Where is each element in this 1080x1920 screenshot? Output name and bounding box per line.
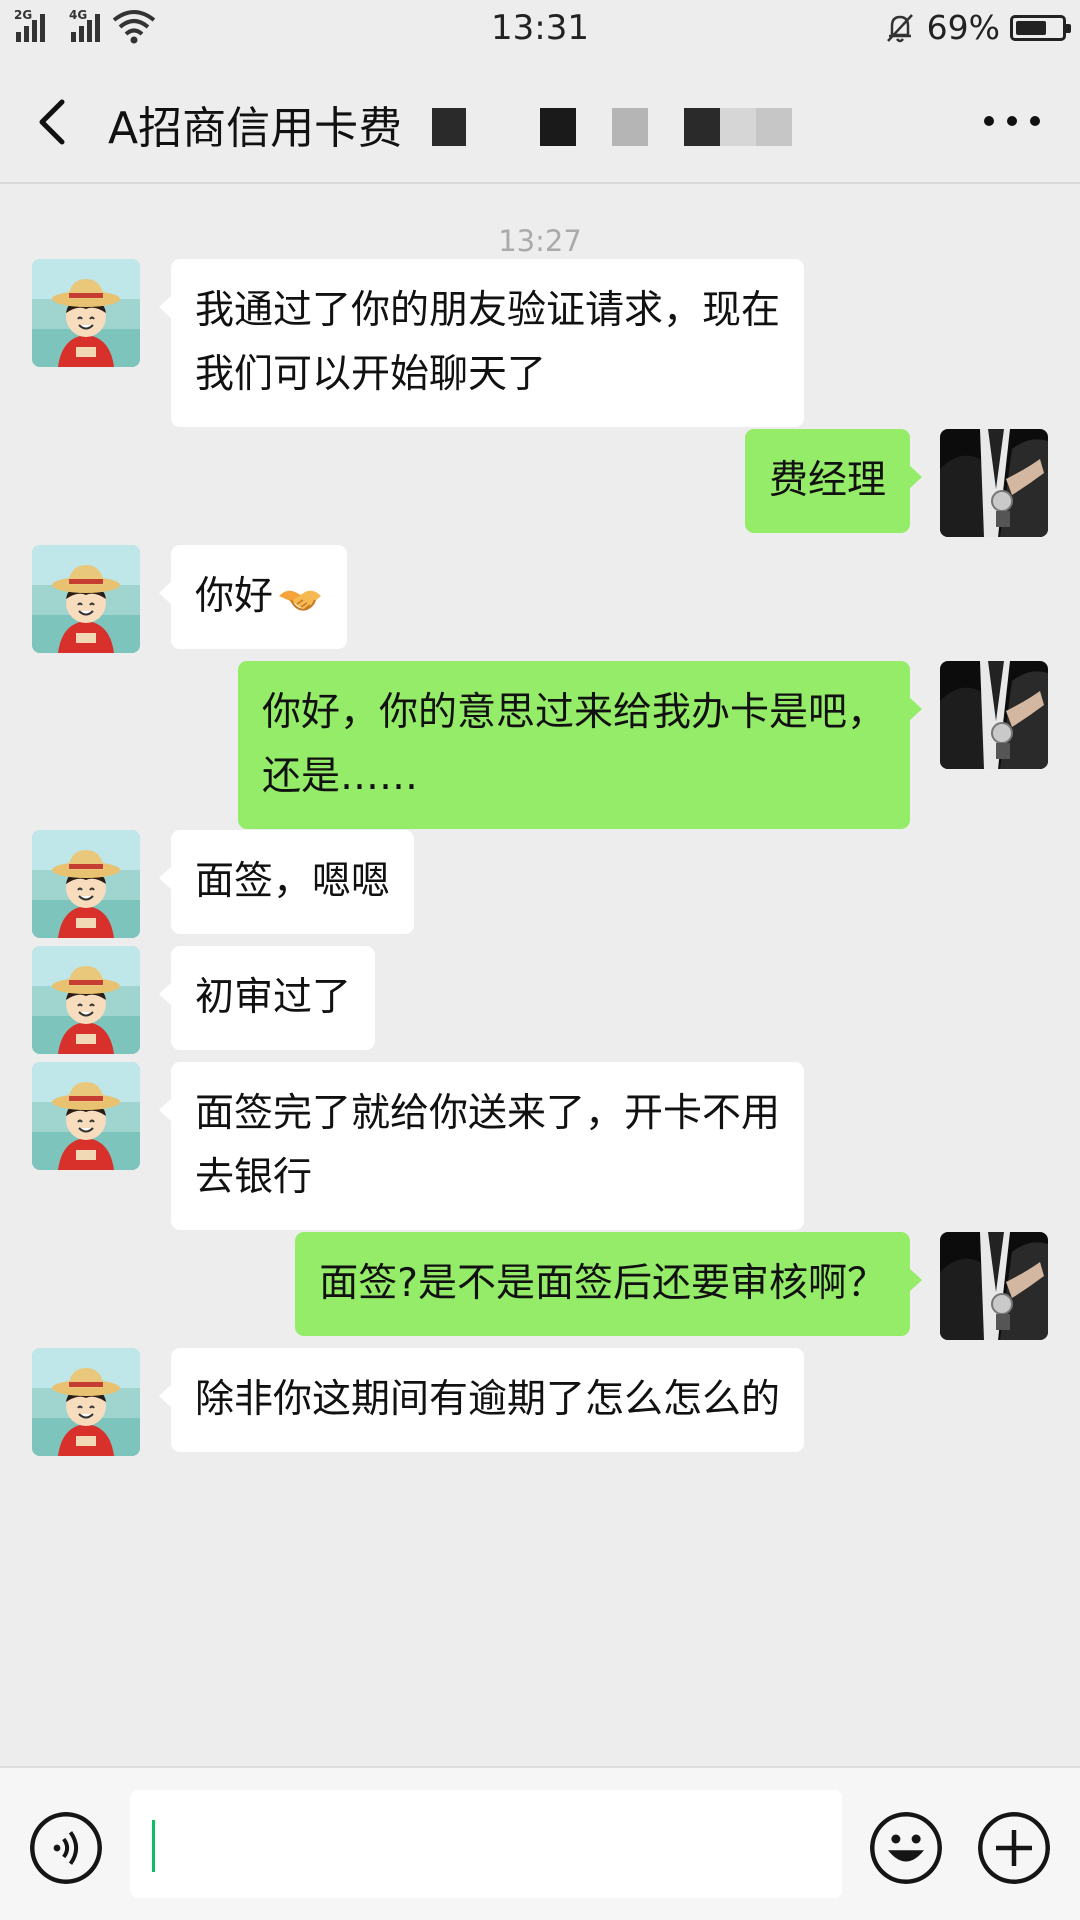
message-input[interactable] — [130, 1790, 842, 1898]
message-text: 初审过了 — [195, 975, 352, 1020]
contact-avatar[interactable] — [32, 946, 140, 1054]
input-bar — [0, 1766, 1080, 1920]
more-options-icon[interactable] — [984, 116, 1040, 126]
message-text: 费经理 — [768, 458, 886, 503]
plus-icon[interactable] — [978, 1812, 1050, 1884]
status-bar: 2G 4G 13:31 69% — [0, 0, 1080, 58]
my-avatar[interactable] — [940, 429, 1048, 537]
message-text: 除非你这期间有逾期了怎么怎么的 — [195, 1377, 781, 1422]
redaction-block — [756, 108, 792, 146]
handshake-emoji-icon — [279, 590, 322, 611]
redaction-block — [432, 108, 466, 146]
redaction-block — [684, 108, 720, 146]
my-avatar[interactable] — [940, 1232, 1048, 1340]
battery-percent: 69% — [926, 8, 1000, 47]
contact-avatar[interactable] — [32, 1348, 140, 1456]
text-caret — [152, 1820, 155, 1872]
redaction-block — [612, 108, 648, 146]
message-bubble[interactable]: 我通过了你的朋友验证请求，现在 我们可以开始聊天了 — [158, 259, 805, 427]
message-text: 面签完了就给你送来了，开卡不用 去银行 — [195, 1091, 781, 1200]
mute-bell-icon — [886, 13, 913, 42]
back-arrow-icon[interactable] — [30, 94, 80, 150]
message-bubble[interactable]: 费经理 — [744, 429, 923, 533]
message-bubble[interactable]: 面签?是不是面签后还要审核啊？ — [295, 1232, 922, 1336]
battery-icon — [1010, 14, 1071, 41]
message-bubble[interactable]: 你好，你的意思过来给我办卡是吧， 还是…… — [237, 661, 923, 829]
message-list[interactable]: 13:27 我通过了你的朋友验证请求，现在 我们可以开始聊天了费经理你好你好，你… — [0, 186, 1080, 1766]
message-text: 面签，嗯嗯 — [195, 859, 391, 904]
message-bubble[interactable]: 初审过了 — [158, 946, 376, 1050]
chat-title: A招商信用卡费 — [108, 103, 403, 154]
message-text: 你好 — [195, 574, 274, 619]
contact-avatar[interactable] — [32, 1062, 140, 1170]
message-text: 面签?是不是面签后还要审核啊？ — [319, 1261, 886, 1306]
message-bubble[interactable]: 除非你这期间有逾期了怎么怎么的 — [158, 1348, 805, 1452]
message-text: 我通过了你的朋友验证请求，现在 我们可以开始聊天了 — [195, 288, 781, 397]
redaction-block — [720, 108, 756, 146]
contact-avatar[interactable] — [32, 545, 140, 653]
voice-icon[interactable] — [30, 1812, 102, 1884]
message-timestamp: 13:27 — [498, 224, 582, 258]
redaction-block — [540, 108, 576, 146]
message-bubble[interactable]: 面签完了就给你送来了，开卡不用 去银行 — [158, 1062, 805, 1230]
battery-level-fill — [1016, 20, 1047, 35]
message-text: 你好，你的意思过来给我办卡是吧， 还是…… — [261, 690, 886, 799]
emoji-icon[interactable] — [870, 1812, 942, 1884]
contact-avatar[interactable] — [32, 830, 140, 938]
message-bubble[interactable]: 面签，嗯嗯 — [158, 830, 415, 934]
chat-header: A招商信用卡费 — [0, 58, 1080, 184]
contact-avatar[interactable] — [32, 259, 140, 367]
my-avatar[interactable] — [940, 661, 1048, 769]
message-bubble[interactable]: 你好 — [158, 545, 348, 649]
